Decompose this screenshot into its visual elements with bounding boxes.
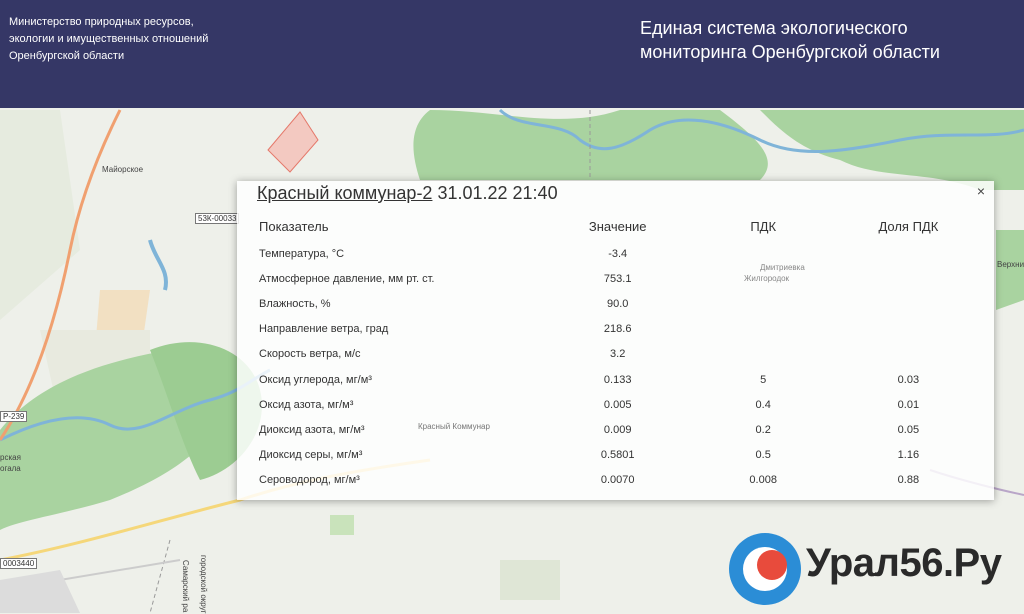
value-cell: 0.009 [603,423,632,436]
pdk-cell: 0.2 [755,423,771,436]
table-row: Оксид углерода, мг/м³ 0.133 5 0.03 [253,367,981,392]
pdk-cell [691,291,836,316]
param-cell: Оксид азота, мг/м³ [259,398,354,411]
ural56-logo-icon [729,533,801,605]
table-row: Скорость ветра, м/с 3.2 [253,342,981,367]
road-sign-53k: 53К-00033 [195,213,240,224]
map-label-ogala: огала [0,464,21,473]
table-row: Температура, °C -3.4 [253,241,981,266]
table-row: Направление ветра, град 218.6 [253,317,981,342]
ministry-line-3: Оренбургской области [9,50,125,62]
table-row: Влажность, % 90.0 [253,291,981,316]
col-header-share: Доля ПДК [878,218,939,234]
param-cell: Скорость ветра, м/с [259,348,361,361]
table-row: Диоксид серы, мг/м³ 0.5801 0.5 1.16 [253,443,981,468]
system-title-line-1: Единая система экологического [640,18,908,38]
station-popup: Красный коммунар-2 31.01.22 21:40 × Пока… [237,181,994,500]
param-cell: Направление ветра, град [259,323,389,336]
param-cell: Диоксид азота, мг/м³ [259,423,365,436]
share-cell [836,266,981,291]
param-cell: Влажность, % [259,297,331,310]
road-sign-r239: Р-239 [0,411,28,422]
site-header: Министерство природных ресурсов, экологи… [0,0,1024,108]
pdk-cell [691,317,836,342]
table-header-row: Показатель Значение ПДК Доля ПДК [253,211,981,241]
map-label-samara-road: Самарский ра [181,560,190,613]
col-header-param: Показатель [259,218,329,234]
share-cell [836,342,981,367]
table-row: Диоксид азота, мг/м³ 0.009 0.2 0.05 [253,417,981,442]
popup-title: Красный коммунар-2 31.01.22 21:40 [257,183,558,204]
share-cell [836,291,981,316]
share-cell: 0.01 [897,398,920,411]
map-label-krasnaya: рская [0,453,21,462]
value-cell: 0.5801 [600,449,635,462]
value-cell: 753.1 [603,272,632,285]
value-cell: 218.6 [603,323,632,336]
share-cell [836,241,981,266]
value-cell: 90.0 [606,297,629,310]
measurements-table: Показатель Значение ПДК Доля ПДК Темпера… [253,211,981,493]
pdk-cell: 0.008 [749,474,777,487]
ural56-logo-text: Урал56.Ру [806,541,1002,585]
share-cell: 0.05 [897,423,920,436]
share-cell: 0.88 [897,474,920,487]
map-label-verkhn: Верхни [997,260,1024,269]
map-label-krasny-kommunar: Красный Коммунар [418,422,490,431]
pdk-cell: 0.4 [755,398,771,411]
col-header-pdk: ПДК [750,218,777,234]
close-icon[interactable]: × [974,184,988,198]
map-label-gorodskoy: городской округ [199,555,208,614]
value-cell: 0.133 [603,373,632,386]
system-title: Единая система экологического мониторинг… [640,16,1000,64]
param-cell: Атмосферное давление, мм рт. ст. [259,272,435,285]
map-label-zhilgorodok: Жилгородок [744,274,790,283]
pdk-cell: 5 [760,373,767,386]
station-link[interactable]: Красный коммунар-2 [257,183,432,203]
ministry-line-1: Министерство природных ресурсов, [9,16,194,28]
share-cell: 1.16 [897,449,920,462]
map-label-dmitrievka: Дмитриевка [760,263,805,272]
ural56-logo: Урал56.Ру [728,531,1018,607]
table-row: Атмосферное давление, мм рт. ст. 753.1 [253,266,981,291]
value-cell: 0.0070 [600,474,635,487]
param-cell: Оксид углерода, мг/м³ [259,373,372,386]
pdk-cell: 0.5 [755,449,771,462]
col-header-value: Значение [588,218,647,234]
table-row: Сероводород, мг/м³ 0.0070 0.008 0.88 [253,468,981,493]
system-title-line-2: мониторинга Оренбургской области [640,42,940,62]
share-cell [836,317,981,342]
map-label-mayorskoe: Майорское [102,165,144,174]
value-cell: 0.005 [603,398,632,411]
ministry-name: Министерство природных ресурсов, экологи… [9,14,239,65]
param-cell: Диоксид серы, мг/м³ [259,449,363,462]
value-cell: -3.4 [608,247,628,260]
road-sign-3440: 0003440 [0,558,38,569]
value-cell: 3.2 [610,348,626,361]
pdk-cell [691,342,836,367]
ministry-line-2: экологии и имущественных отношений [9,33,209,45]
share-cell: 0.03 [897,373,920,386]
measurement-datetime: 31.01.22 21:40 [437,183,558,203]
table-row: Оксид азота, мг/м³ 0.005 0.4 0.01 [253,392,981,417]
param-cell: Температура, °C [259,247,345,260]
param-cell: Сероводород, мг/м³ [259,474,360,487]
